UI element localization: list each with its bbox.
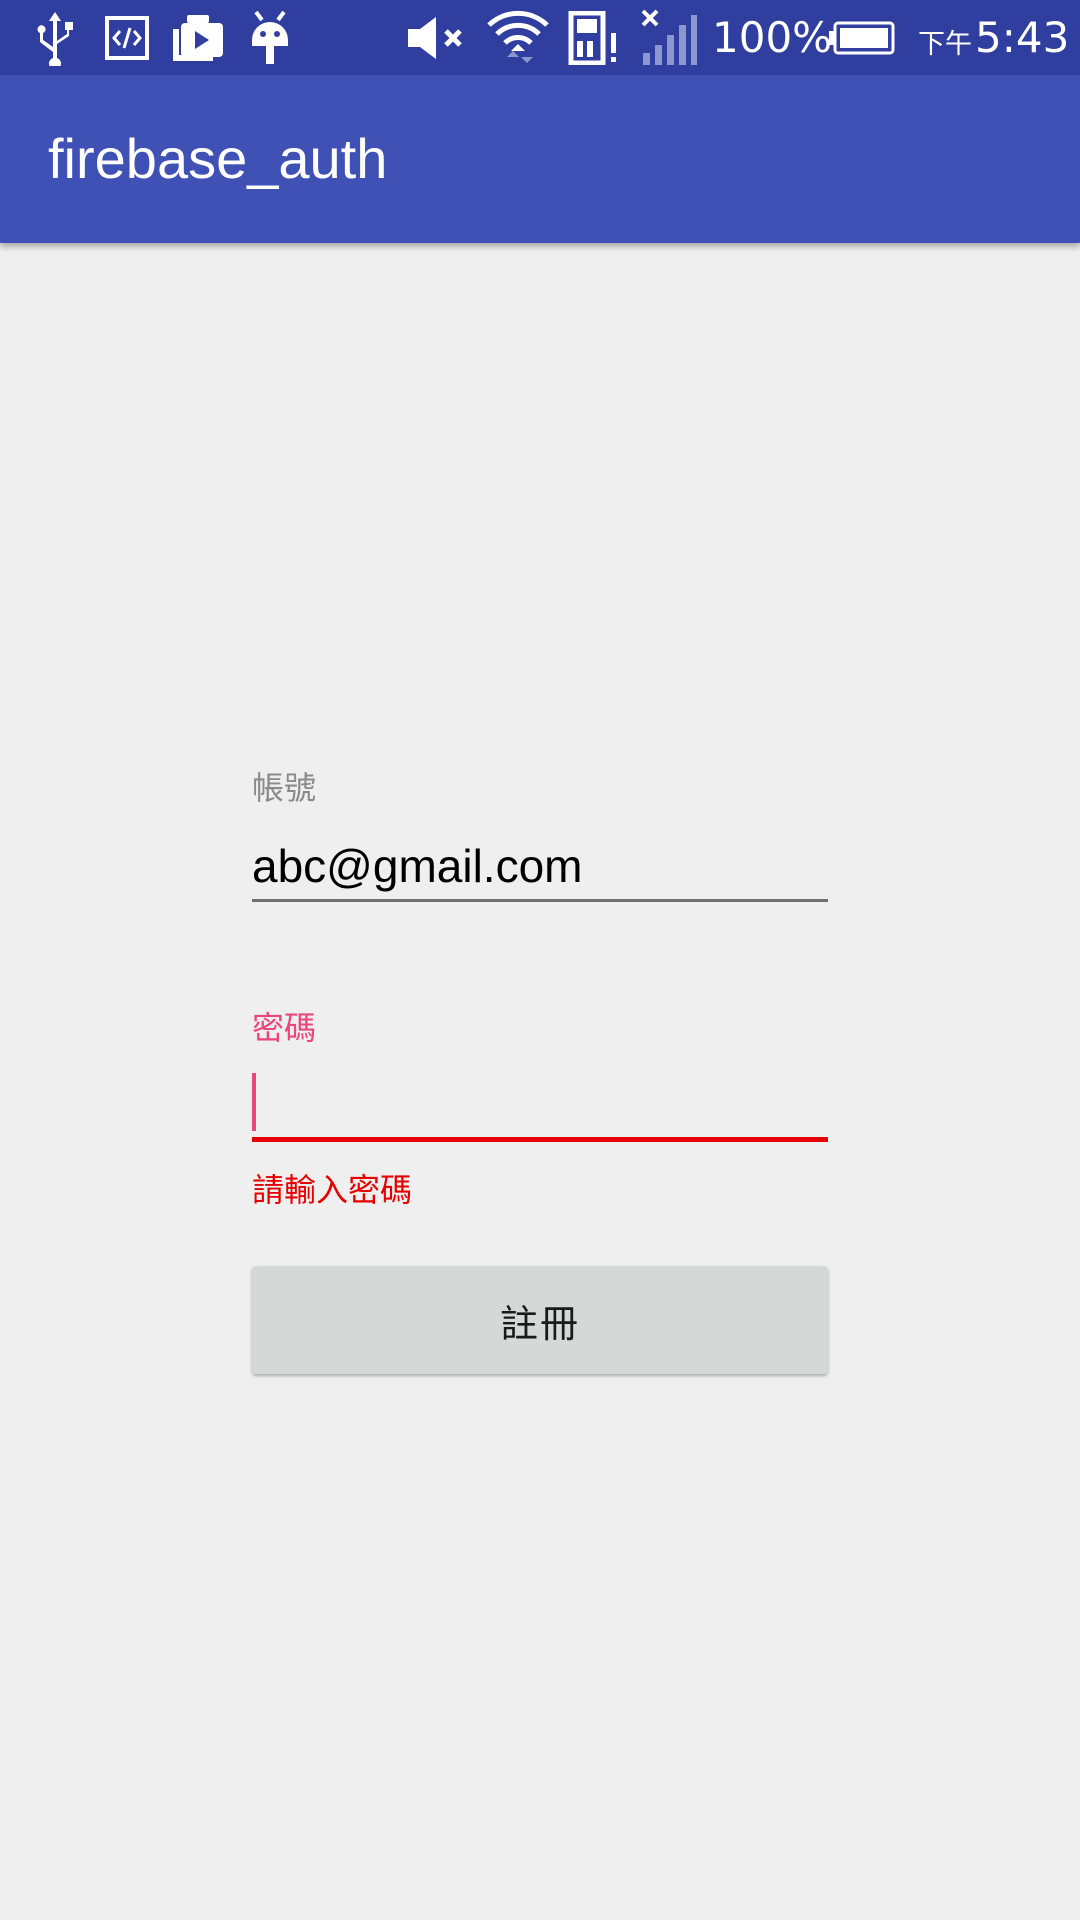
battery-icon: [826, 0, 896, 75]
clock-am-pm: 下午: [918, 29, 972, 60]
account-input[interactable]: [252, 832, 828, 902]
developer-code-icon: [102, 0, 152, 75]
clock-time: 5:43: [975, 13, 1070, 62]
text-cursor: [252, 1073, 256, 1131]
password-input[interactable]: [252, 1068, 828, 1142]
app-bar: firebase_auth: [0, 75, 1080, 243]
password-error-message: 請輸入密碼: [252, 1171, 413, 1209]
sd-card-alert-icon: [566, 0, 624, 75]
wifi-icon: [484, 0, 552, 75]
volume-muted-icon: [405, 0, 467, 75]
account-label: 帳號: [252, 769, 317, 807]
register-button[interactable]: 註冊: [252, 1266, 828, 1374]
app-title: firebase_auth: [48, 127, 388, 190]
password-label: 密碼: [252, 1009, 317, 1047]
signal-no-service-icon: [640, 0, 700, 75]
screen-cast-icon: [170, 0, 226, 75]
android-debug-icon: [246, 0, 294, 75]
usb-icon: [30, 0, 80, 75]
battery-percent: 100%: [712, 13, 833, 62]
status-bar: 100% 下午 5:43: [0, 0, 1080, 75]
